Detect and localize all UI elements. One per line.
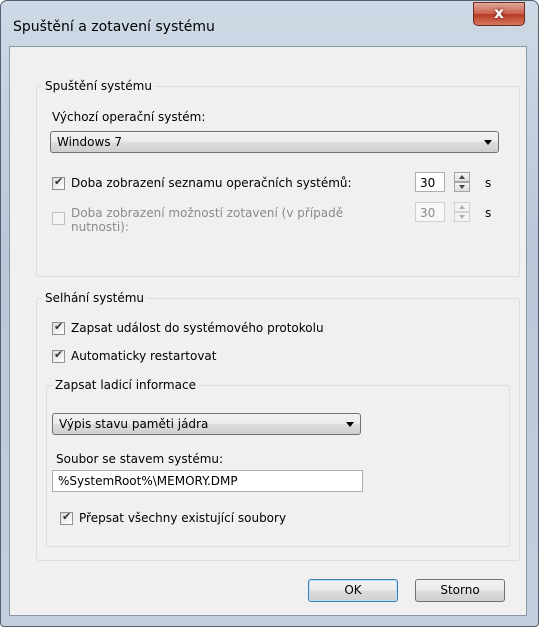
show-os-list-spin-up[interactable] xyxy=(454,172,470,182)
show-os-list-checkbox[interactable] xyxy=(52,175,65,190)
show-os-list-seconds-input[interactable]: 30 xyxy=(415,172,445,192)
dump-file-label: Soubor se stavem systému: xyxy=(56,452,224,466)
close-button[interactable]: x xyxy=(473,2,525,26)
spin-down-icon xyxy=(459,215,465,219)
dump-file-input[interactable]: %SystemRoot%\MEMORY.DMP xyxy=(52,470,363,492)
seconds-unit-label: s xyxy=(485,206,492,220)
spin-up-icon xyxy=(459,175,465,179)
startup-group-label: Spuštění systému xyxy=(45,79,152,93)
chevron-down-icon xyxy=(484,140,492,145)
debug-info-group-label: Zapsat ladicí informace xyxy=(55,378,196,392)
seconds-unit-label: s xyxy=(485,176,492,190)
system-failure-group-label: Selhání systému xyxy=(45,291,145,305)
write-event-checkbox[interactable] xyxy=(52,320,65,335)
show-recovery-spin-up[interactable] xyxy=(454,202,470,212)
auto-restart-label: Automaticky restartovat xyxy=(71,349,217,363)
window-title: Spuštění a zotavení systému xyxy=(13,19,215,35)
cancel-button[interactable]: Storno xyxy=(415,579,505,602)
spin-up-icon xyxy=(459,205,465,209)
overwrite-files-label: Přepsat všechny existující soubory xyxy=(79,511,287,525)
show-os-list-seconds-value: 30 xyxy=(420,176,436,190)
write-event-label: Zapsat událost do systémového protokolu xyxy=(71,321,324,335)
show-recovery-label-line1: Doba zobrazení možností zotavení (v příp… xyxy=(71,206,344,220)
chevron-down-icon xyxy=(346,422,354,427)
default-os-label: Výchozí operační systém: xyxy=(52,110,206,124)
dialog-window: Spuštění a zotavení systému x Spuštění s… xyxy=(0,0,539,627)
close-icon: x xyxy=(494,4,504,22)
show-recovery-seconds-value: 30 xyxy=(420,206,436,220)
default-os-value: Windows 7 xyxy=(57,135,123,149)
show-recovery-spin-down[interactable] xyxy=(454,212,470,222)
auto-restart-checkbox[interactable] xyxy=(52,348,65,363)
show-recovery-seconds-input[interactable]: 30 xyxy=(415,202,445,222)
dump-type-value: Výpis stavu paměti jádra xyxy=(59,417,209,431)
default-os-dropdown[interactable]: Windows 7 xyxy=(50,131,499,153)
spin-down-icon xyxy=(459,185,465,189)
overwrite-files-checkbox[interactable] xyxy=(60,510,73,525)
show-os-list-label: Doba zobrazení seznamu operačních systém… xyxy=(71,176,352,190)
ok-button[interactable]: OK xyxy=(308,579,398,602)
show-os-list-spin-down[interactable] xyxy=(454,182,470,192)
show-recovery-checkbox[interactable] xyxy=(52,212,65,225)
dump-file-value: %SystemRoot%\MEMORY.DMP xyxy=(58,474,238,488)
dialog-client-area: Spuštění systému Výchozí operační systém… xyxy=(9,46,527,616)
dump-type-dropdown[interactable]: Výpis stavu paměti jádra xyxy=(52,413,361,435)
title-bar[interactable]: Spuštění a zotavení systému x xyxy=(1,1,538,45)
show-recovery-label-line2: nutnosti): xyxy=(71,220,129,234)
